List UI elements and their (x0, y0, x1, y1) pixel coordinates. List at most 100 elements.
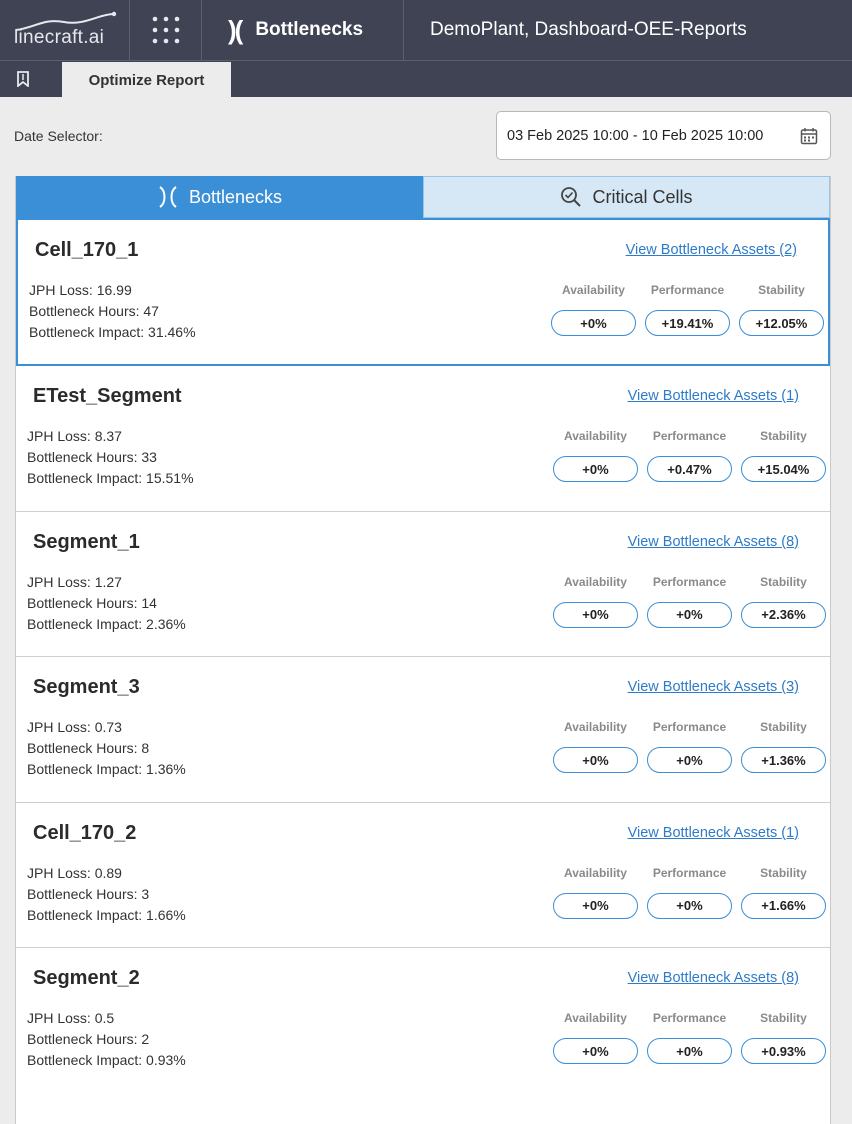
kpi-value: +15.04% (741, 456, 826, 482)
bottleneck-card[interactable]: Segment_2 View Bottleneck Assets (8) JPH… (16, 948, 830, 1094)
bottleneck-icon: )( (228, 15, 243, 45)
kpi-availability: Availability +0% (553, 720, 638, 773)
kpi-label: Stability (760, 1011, 807, 1025)
kpi-value: +0% (553, 747, 638, 773)
tab-optimize-report[interactable]: Optimize Report (62, 62, 231, 98)
bottleneck-hours: Bottleneck Hours: 8 (27, 740, 150, 756)
logo-text: linecraft.ai (14, 27, 105, 48)
kpi-availability: Availability +0% (551, 283, 636, 336)
view-bottleneck-assets-link[interactable]: View Bottleneck Assets (8) (628, 534, 799, 550)
kpi-label: Availability (564, 429, 627, 443)
kpi-value: +0% (647, 892, 732, 919)
kpi-availability: Availability +0% (553, 1011, 638, 1064)
module-selector[interactable]: )( Bottlenecks (202, 0, 404, 60)
jph-loss: JPH Loss: 0.5 (27, 1010, 115, 1026)
tab-critical-cells[interactable]: Critical Cells (423, 176, 830, 218)
card-title: Segment_1 (33, 530, 140, 553)
kpi-stability: Stability +1.36% (741, 720, 826, 773)
kpi-stability: Stability +0.93% (741, 1011, 826, 1064)
view-bottleneck-assets-link[interactable]: View Bottleneck Assets (2) (626, 242, 797, 258)
card-title: ETest_Segment (33, 385, 182, 407)
kpi-performance: Performance +0% (647, 866, 732, 919)
kpi-label: Availability (564, 1011, 627, 1025)
apps-grid-icon (152, 16, 179, 44)
kpi-value: +0.93% (741, 1038, 826, 1064)
view-bottleneck-assets-link[interactable]: View Bottleneck Assets (8) (628, 970, 799, 986)
kpi-label: Availability (564, 720, 627, 734)
kpi-performance: Performance +0% (647, 720, 732, 773)
bottleneck-hours: Bottleneck Hours: 14 (27, 594, 157, 611)
bottleneck-impact: Bottleneck Impact: 1.36% (27, 761, 186, 777)
bottleneck-hours: Bottleneck Hours: 47 (29, 303, 159, 319)
kpi-group: Availability +0% Performance +0% Stability… (553, 1011, 826, 1064)
module-label: Bottlenecks (255, 19, 364, 40)
view-tabs: Bottlenecks Critical Cells (16, 176, 830, 218)
kpi-label: Stability (758, 283, 805, 297)
card-metrics: JPH Loss: 0.89 Bottleneck Hours: 3 Bottl… (27, 863, 186, 926)
date-selector-label: Date Selector: (14, 128, 103, 144)
kpi-value: +0% (553, 1038, 638, 1064)
kpi-value: +0% (647, 747, 732, 773)
kpi-value: +0% (553, 456, 638, 482)
tab-critical-cells-label: Critical Cells (592, 186, 693, 207)
kpi-performance: Performance +0% (647, 575, 732, 628)
calendar-icon[interactable] (800, 127, 818, 145)
kpi-availability: Availability +0% (553, 575, 638, 628)
card-metrics: JPH Loss: 0.5 Bottleneck Hours: 2 Bottle… (27, 1008, 186, 1071)
kpi-performance: Performance +0% (647, 1011, 732, 1064)
bookmark-icon (17, 71, 29, 87)
jph-loss: JPH Loss: 16.99 (29, 282, 132, 298)
bottleneck-card[interactable]: Segment_1 View Bottleneck Assets (8) JPH… (16, 511, 830, 657)
bottleneck-hours: Bottleneck Hours: 33 (27, 449, 157, 465)
kpi-label: Performance (652, 574, 727, 589)
jph-loss: JPH Loss: 8.37 (27, 428, 122, 444)
kpi-group: Availability +0% Performance +0% Stability… (553, 866, 826, 919)
bottleneck-impact: Bottleneck Impact: 1.66% (27, 906, 186, 923)
bottleneck-card[interactable]: Cell_170_2 View Bottleneck Assets (1) JP… (16, 802, 830, 948)
kpi-label: Performance (652, 1011, 727, 1025)
kpi-label: Availability (562, 283, 625, 297)
kpi-label: Stability (760, 574, 807, 589)
bottleneck-impact: Bottleneck Impact: 31.46% (29, 324, 196, 340)
kpi-value: +1.66% (741, 892, 826, 919)
kpi-availability: Availability +0% (553, 866, 638, 919)
top-bar: linecraft.ai )( Bottlenecks DemoPlant, D… (0, 0, 852, 60)
kpi-performance: Performance +0.47% (647, 429, 732, 482)
bottleneck-impact: Bottleneck Impact: 0.93% (27, 1052, 186, 1068)
card-metrics: JPH Loss: 0.73 Bottleneck Hours: 8 Bottl… (27, 717, 186, 780)
linecraft-logo[interactable]: linecraft.ai (0, 0, 130, 60)
kpi-value: +0% (553, 892, 638, 919)
view-bottleneck-assets-link[interactable]: View Bottleneck Assets (1) (628, 825, 799, 841)
bottleneck-impact: Bottleneck Impact: 2.36% (27, 615, 186, 632)
tab-bottlenecks-label: Bottlenecks (188, 186, 283, 207)
bottleneck-card[interactable]: Segment_3 View Bottleneck Assets (3) JPH… (16, 657, 830, 803)
bookmark-button[interactable] (0, 61, 46, 97)
kpi-label: Performance (652, 865, 727, 880)
kpi-stability: Stability +12.05% (739, 283, 824, 336)
bottleneck-panel: Bottlenecks Critical Cells Cell_170_1 Vi… (15, 176, 831, 1124)
tab-bottlenecks[interactable]: Bottlenecks (16, 176, 423, 218)
apps-grid-button[interactable] (130, 0, 202, 60)
view-bottleneck-assets-link[interactable]: View Bottleneck Assets (3) (628, 679, 799, 695)
plant-title: DemoPlant, Dashboard-OEE-Reports (430, 19, 747, 40)
jph-loss: JPH Loss: 0.89 (27, 864, 122, 881)
date-range-value: 03 Feb 2025 10:00 - 10 Feb 2025 10:00 (507, 127, 764, 144)
kpi-label: Performance (652, 429, 727, 443)
card-metrics: JPH Loss: 1.27 Bottleneck Hours: 14 Bott… (27, 572, 186, 635)
kpi-label: Stability (760, 720, 807, 734)
kpi-group: Availability +0% Performance +19.41% Stabi… (551, 283, 824, 336)
bottleneck-card[interactable]: ETest_Segment View Bottleneck Assets (1)… (16, 366, 830, 512)
card-title: Segment_2 (33, 967, 140, 989)
card-title: Cell_170_1 (35, 239, 139, 261)
kpi-label: Availability (564, 865, 627, 880)
kpi-stability: Stability +2.36% (741, 575, 826, 628)
kpi-stability: Stability +1.66% (741, 866, 826, 919)
view-bottleneck-assets-link[interactable]: View Bottleneck Assets (1) (628, 388, 799, 404)
kpi-value: +1.36% (741, 747, 826, 773)
bottleneck-card[interactable]: Cell_170_1 View Bottleneck Assets (2) JP… (16, 218, 830, 366)
jph-loss: JPH Loss: 0.73 (27, 719, 122, 735)
bottleneck-impact: Bottleneck Impact: 15.51% (27, 470, 194, 486)
date-range-picker[interactable]: 03 Feb 2025 10:00 - 10 Feb 2025 10:00 (496, 111, 831, 160)
magnify-check-icon (560, 186, 582, 208)
bottleneck-list: Cell_170_1 View Bottleneck Assets (2) JP… (16, 218, 830, 1094)
